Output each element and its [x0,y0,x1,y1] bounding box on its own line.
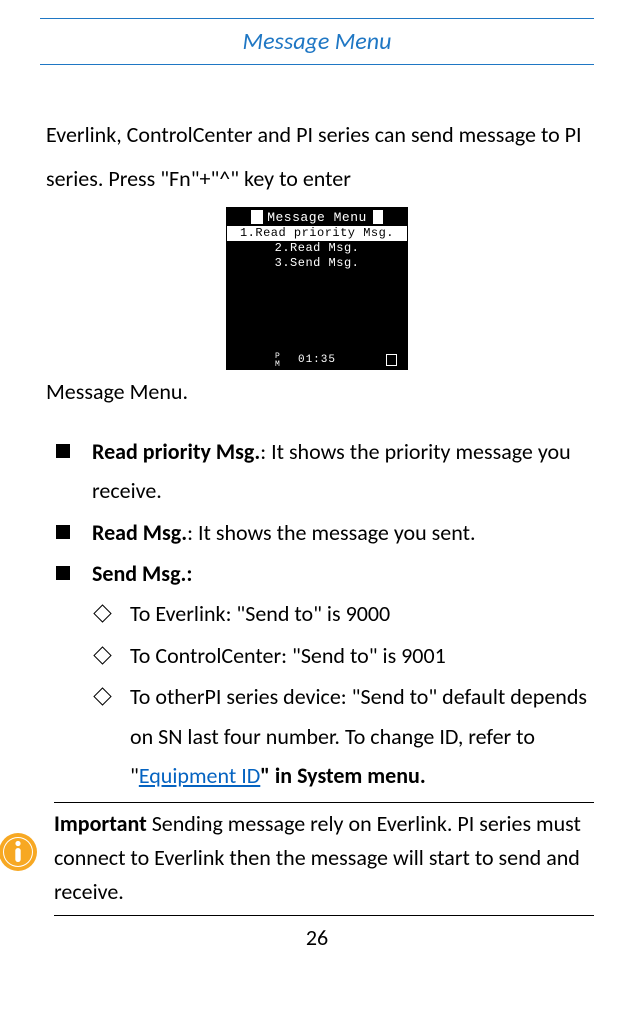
section-heading-rule: Message Menu [40,18,594,65]
note-label: Important [54,810,147,837]
item-title: Send Msg.: [92,560,192,587]
page-number: 26 [40,924,594,951]
item-desc: : It shows the message you sent. [187,519,475,546]
sub-list: To Everlink: "Send to" is 9000 To Contro… [92,594,594,796]
intro-paragraph: Everlink, ControlCenter and PI series ca… [46,113,594,201]
list-item: To ControlCenter: "Send to" is 9001 [92,636,594,676]
device-screenshot: Message Menu 1.Read priority Msg. 2.Read… [40,207,594,370]
figure-caption: Message Menu. [46,372,594,412]
screen-time: 01:35 [298,354,336,366]
equipment-id-link[interactable]: Equipment ID [139,762,260,789]
screen-status-bar: PM 01:35 [227,351,407,369]
info-icon [0,832,38,872]
important-note: Important Sending message rely on Everli… [20,802,594,916]
feature-list: Read priority Msg.: It shows the priorit… [54,432,594,796]
screen-title: Message Menu [267,210,367,225]
list-item: To otherPI series device: "Send to" defa… [92,677,594,796]
list-item: Read priority Msg.: It shows the priorit… [54,432,594,511]
list-item: To Everlink: "Send to" is 9000 [92,594,594,634]
list-item: Read Msg.: It shows the message you sent… [54,513,594,553]
section-heading: Message Menu [243,27,392,56]
item-title: Read priority Msg. [92,438,260,465]
screen-menu-item: 3.Send Msg. [227,256,407,271]
screen-menu-item: 2.Read Msg. [227,241,407,256]
item-title: Read Msg. [92,519,187,546]
list-item: Send Msg.: To Everlink: "Send to" is 900… [54,554,594,796]
screen-menu-item: 1.Read priority Msg. [227,226,407,241]
